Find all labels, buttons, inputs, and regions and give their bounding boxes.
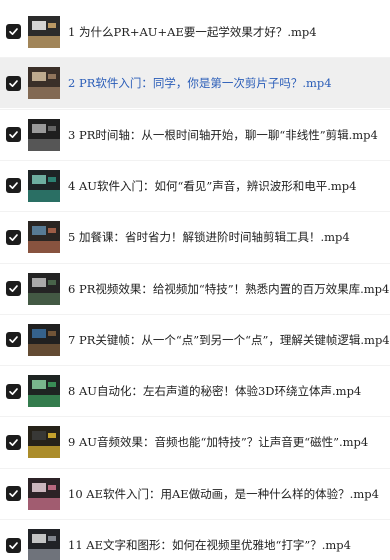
file-list-item[interactable]: 4 AU软件入门：如何“看见”声音，辨识波形和电平.mp4 (0, 159, 390, 211)
checkmark-icon (9, 387, 18, 395)
file-name[interactable]: 2 PR软件入门：同学，你是第一次剪片子吗？.mp4 (68, 75, 332, 91)
file-name[interactable]: 7 PR关键帧：从一个“点”到另一个“点”，理解关键帧逻辑.mp4 (68, 332, 390, 348)
video-thumbnail-audio-effects (28, 426, 60, 459)
file-list-item[interactable]: 11 AE文字和图形：如何在视频里优雅地“打字”？.mp4 (0, 519, 390, 560)
checkbox-checked[interactable] (6, 281, 21, 296)
checkmark-icon (9, 233, 18, 241)
checkbox-checked[interactable] (6, 537, 21, 553)
checkmark-icon (9, 439, 18, 446)
file-list-item[interactable]: 9 AU音频效果：音频也能“加特技”？让声音更“磁性”.mp4 (0, 416, 390, 467)
file-name[interactable]: 10 AE软件入门：用AE做动画，是一种什么样的体验？.mp4 (68, 486, 379, 502)
file-list-item[interactable]: 3 PR时间轴：从一根时间轴开始，聊一聊“非线性”剪辑.mp4 (0, 108, 390, 160)
file-list: 1 为什么PR+AU+AE要一起学效果才好？.mp4 2 PR软件入门：同学，你是… (0, 0, 390, 560)
checkbox-checked[interactable] (6, 127, 21, 143)
checkbox-checked[interactable] (6, 229, 21, 245)
checkbox-checked[interactable] (6, 178, 21, 194)
video-thumbnail-overlay-text (28, 15, 60, 48)
video-thumbnail-animation (28, 477, 60, 510)
video-thumbnail-typography (28, 529, 60, 560)
checkmark-icon (9, 28, 18, 35)
file-list-item[interactable]: 10 AE软件入门：用AE做动画，是一种什么样的体验？.mp4 (0, 467, 390, 519)
checkbox-checked[interactable] (6, 332, 21, 348)
file-list-item[interactable]: 7 PR关键帧：从一个“点”到另一个“点”，理解关键帧逻辑.mp4 (0, 313, 390, 365)
file-name[interactable]: 5 加餐课：省时省力！解锁进阶时间轴剪辑工具！.mp4 (68, 229, 350, 245)
checkmark-icon (9, 490, 18, 498)
checkmark-icon (9, 131, 18, 139)
checkmark-icon (9, 182, 18, 190)
file-name[interactable]: 3 PR时间轴：从一根时间轴开始，聊一聊“非线性”剪辑.mp4 (68, 127, 378, 143)
checkbox-checked[interactable] (6, 383, 21, 399)
file-name[interactable]: 9 AU音频效果：音频也能“加特技”？让声音更“磁性”.mp4 (68, 434, 368, 450)
checkbox-checked[interactable] (6, 486, 21, 502)
checkmark-icon (9, 79, 18, 87)
video-thumbnail-audio-mixer (28, 375, 60, 408)
video-thumbnail-hand (28, 67, 60, 100)
video-thumbnail-timeline (28, 118, 60, 151)
checkbox-checked[interactable] (6, 24, 21, 39)
file-name[interactable]: 6 PR视频效果：给视频加“特技”！熟悉内置的百万效果库.mp4 (68, 281, 389, 297)
file-list-item[interactable]: 5 加餐课：省时省力！解锁进阶时间轴剪辑工具！.mp4 (0, 211, 390, 262)
checkmark-icon (9, 336, 18, 344)
file-name[interactable]: 8 AU自动化：左右声道的秘密！体验3D环绕立体声.mp4 (68, 383, 361, 399)
file-list-item[interactable]: 6 PR视频效果：给视频加“特技”！熟悉内置的百万效果库.mp4 (0, 262, 390, 314)
video-thumbnail-keyframe (28, 323, 60, 356)
video-thumbnail-effects (28, 272, 60, 305)
file-list-item[interactable]: 8 AU自动化：左右声道的秘密！体验3D环绕立体声.mp4 (0, 365, 390, 416)
file-list-item[interactable]: 2 PR软件入门：同学，你是第一次剪片子吗？.mp4 (0, 57, 390, 109)
file-name[interactable]: 11 AE文字和图形：如何在视频里优雅地“打字”？.mp4 (68, 537, 351, 553)
file-name[interactable]: 4 AU软件入门：如何“看见”声音，辨识波形和电平.mp4 (68, 178, 356, 194)
video-thumbnail-waveform (28, 169, 60, 202)
checkbox-checked[interactable] (6, 434, 21, 450)
video-thumbnail-editing (28, 221, 60, 254)
checkmark-icon (9, 541, 18, 549)
checkmark-icon (9, 285, 18, 292)
file-list-item[interactable]: 1 为什么PR+AU+AE要一起学效果才好？.mp4 (0, 6, 390, 57)
file-name[interactable]: 1 为什么PR+AU+AE要一起学效果才好？.mp4 (68, 24, 317, 40)
checkbox-checked[interactable] (6, 75, 21, 91)
